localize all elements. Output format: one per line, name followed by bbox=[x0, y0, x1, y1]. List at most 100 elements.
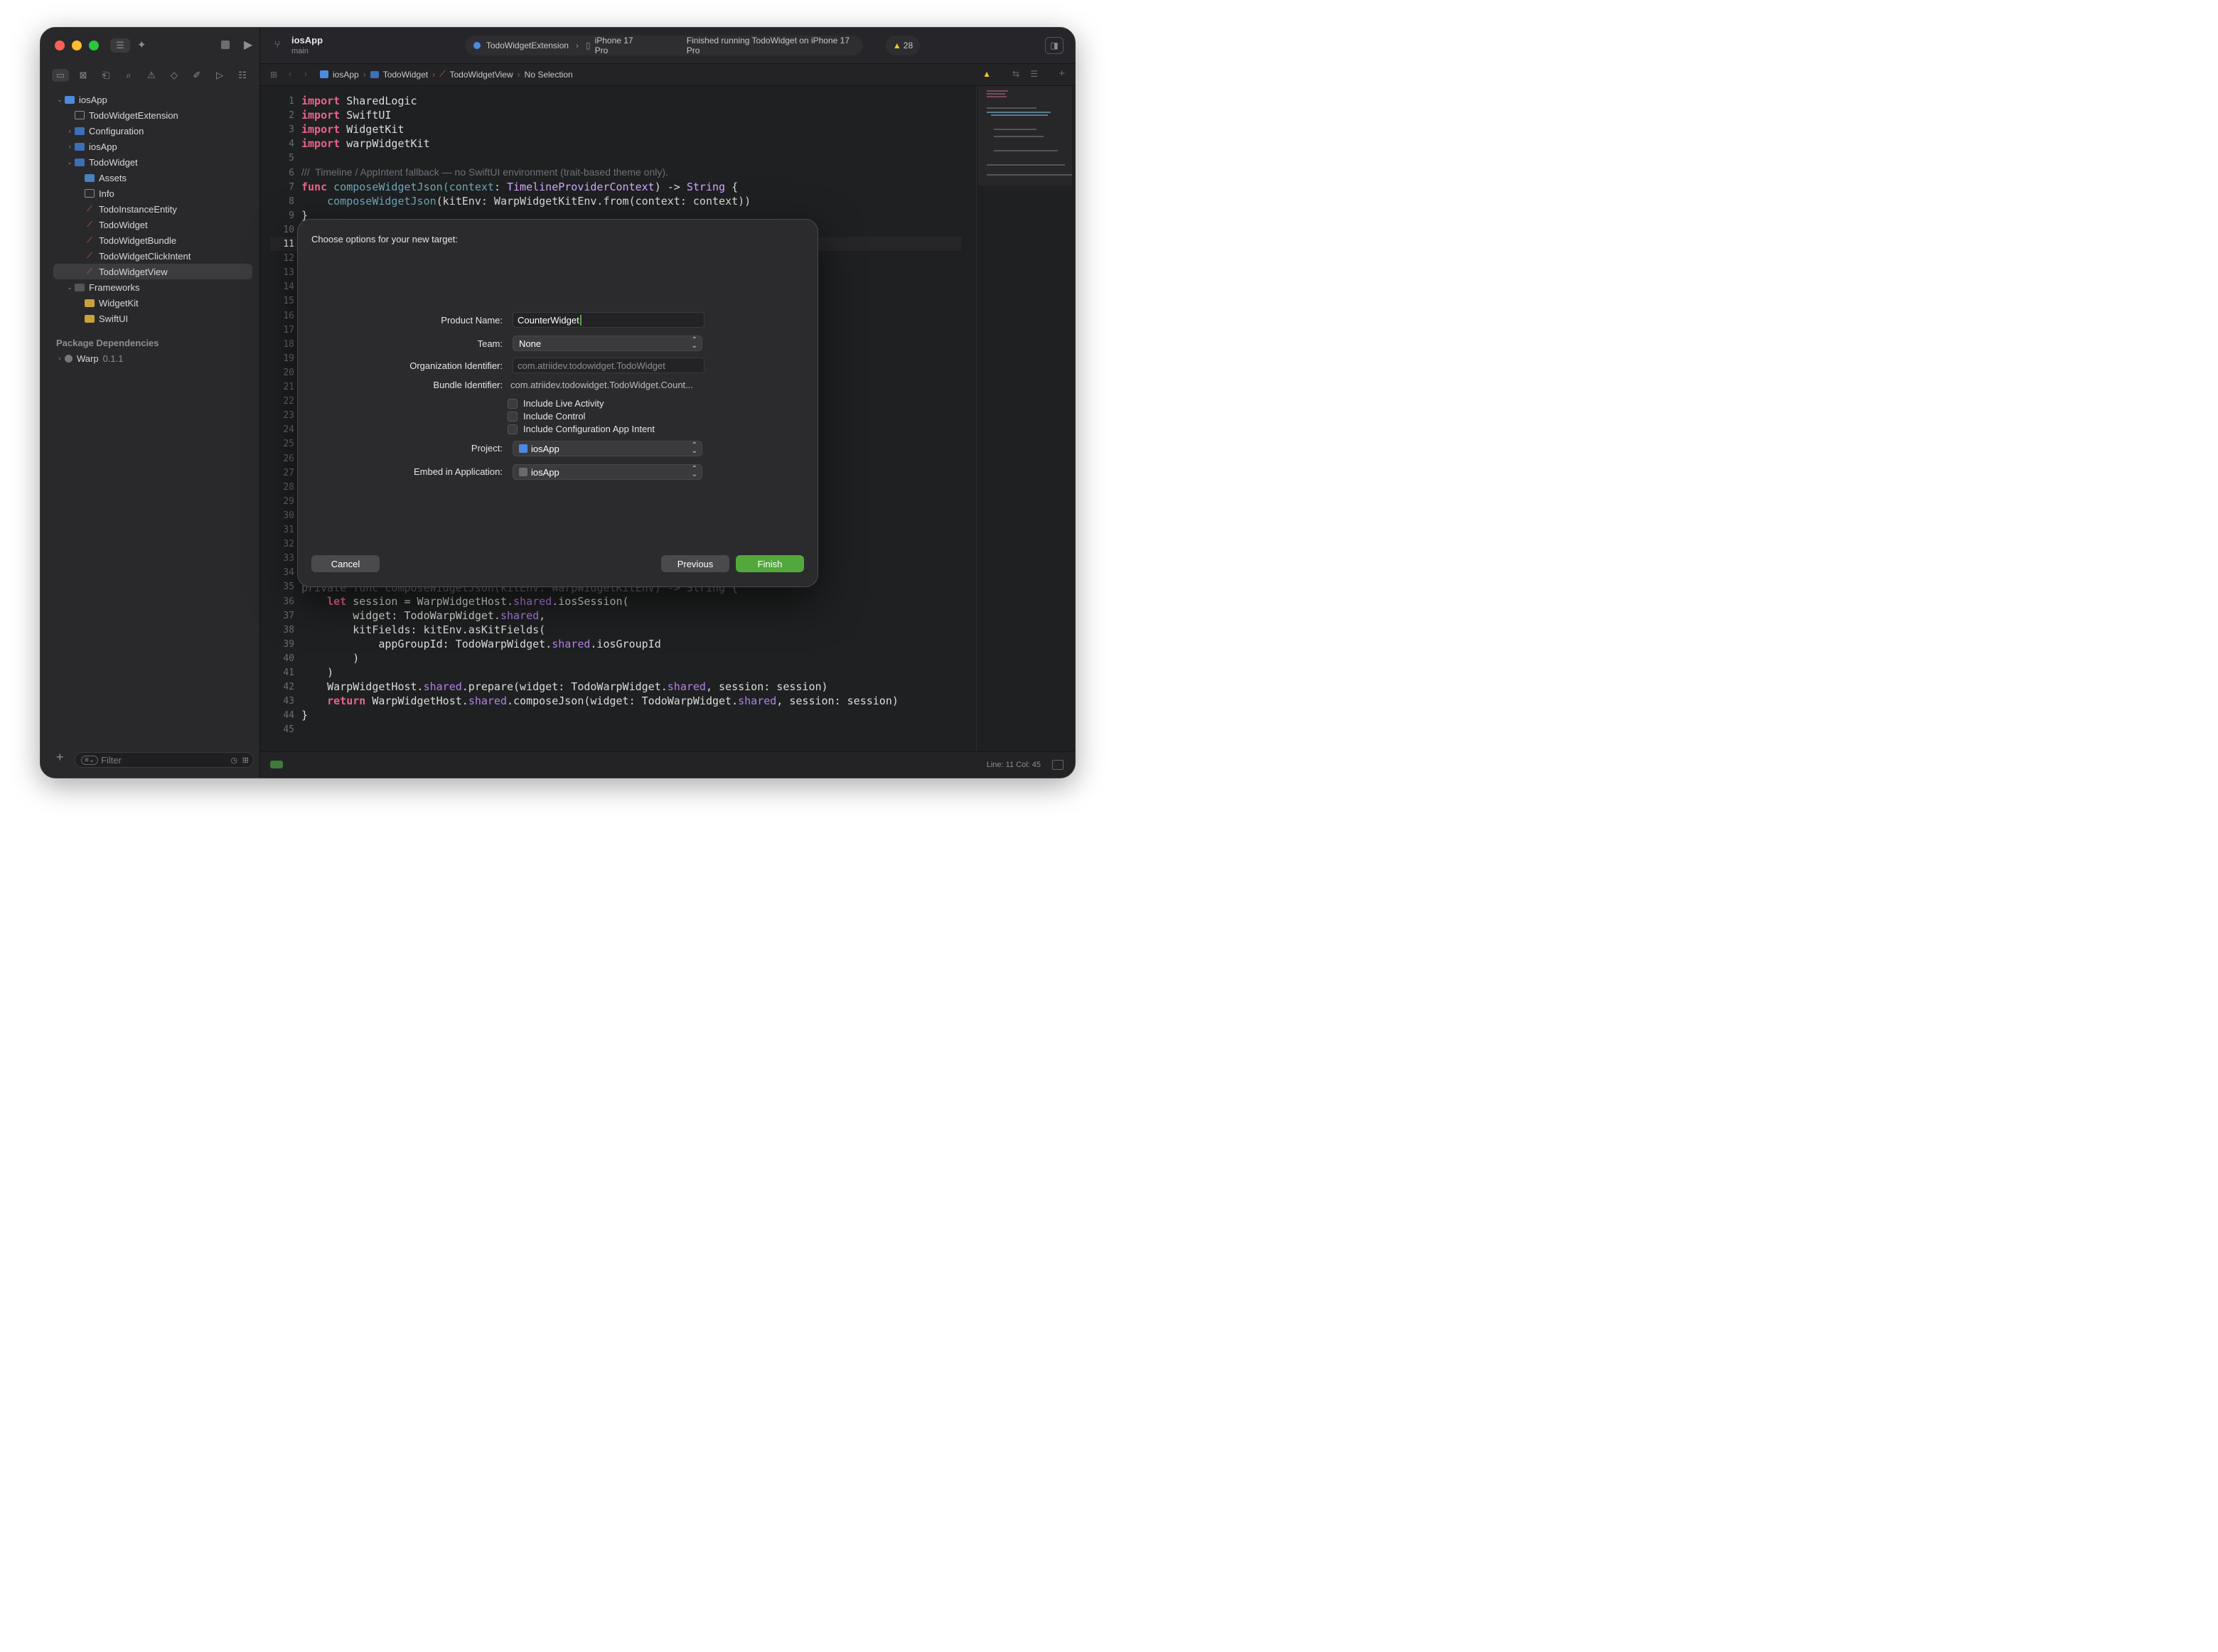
sparkle-icon[interactable]: ✦ bbox=[137, 38, 146, 51]
tree-item-iosapp-folder[interactable]: › iosApp bbox=[41, 139, 259, 154]
folder-icon[interactable]: ▭ bbox=[52, 69, 69, 82]
warning-icon[interactable]: ⚠ bbox=[143, 69, 160, 82]
zoom-window-button[interactable] bbox=[89, 41, 99, 50]
chevron-down-icon[interactable]: ⌄ bbox=[65, 284, 75, 291]
team-popup[interactable]: None ⌃ ⌄ bbox=[513, 336, 702, 351]
project-label: Project: bbox=[471, 443, 503, 454]
new-target-options-sheet: Choose options for your new target: Prod… bbox=[297, 219, 818, 587]
checkbox[interactable] bbox=[508, 424, 518, 434]
code-line-4: import warpWidgetKit bbox=[301, 137, 430, 150]
breadcrumb-selection[interactable]: No Selection bbox=[525, 70, 573, 80]
tree-item-todowidgetbundle[interactable]: ⟋ TodoWidgetBundle bbox=[41, 232, 259, 248]
editor-options-icon[interactable]: ☰ bbox=[1030, 69, 1038, 79]
swift-file-icon: ⟋ bbox=[87, 204, 92, 213]
line-number: 31 bbox=[283, 525, 294, 535]
checkbox[interactable] bbox=[508, 411, 518, 422]
tree-item-widgetkit[interactable]: WidgetKit bbox=[41, 295, 259, 311]
close-window-button[interactable] bbox=[55, 41, 65, 50]
related-items-icon[interactable]: ⇆ bbox=[1012, 69, 1019, 79]
bundle-identifier-label: Bundle Identifier: bbox=[433, 380, 503, 390]
tree-item-configuration[interactable]: › Configuration bbox=[41, 123, 259, 139]
code-line-37: widget: TodoWarpWidget.shared, bbox=[301, 609, 546, 622]
extension-icon bbox=[473, 42, 481, 49]
tree-item-info[interactable]: Info bbox=[41, 186, 259, 201]
run-target-selector[interactable]: TodoWidgetExtension bbox=[486, 41, 569, 50]
grid-icon[interactable]: ⊞ bbox=[270, 70, 277, 80]
breadcrumb-iosapp[interactable]: iosApp bbox=[333, 70, 359, 80]
project-popup[interactable]: iosApp ⌃ ⌄ bbox=[513, 441, 702, 456]
checkbox[interactable] bbox=[508, 398, 518, 409]
add-editor-icon[interactable]: + bbox=[1059, 68, 1065, 80]
minimize-window-button[interactable] bbox=[72, 41, 82, 50]
scm-filter-icon[interactable]: ⊞ bbox=[242, 756, 249, 765]
search-icon[interactable]: ⌕ bbox=[120, 69, 137, 82]
warnings-badge[interactable]: ▲ 28 bbox=[886, 36, 920, 55]
tree-item-iosapp-project[interactable]: ⌄ iosApp bbox=[41, 92, 259, 107]
chevron-right-icon[interactable]: › bbox=[65, 127, 75, 134]
line-number: 45 bbox=[283, 724, 294, 736]
text-cursor bbox=[579, 314, 582, 326]
tree-item-todowidget-file[interactable]: ⟋ TodoWidget bbox=[41, 217, 259, 232]
previous-button[interactable]: Previous bbox=[661, 555, 729, 572]
tree-item-todoinstanceentity[interactable]: ⟋ TodoInstanceEntity bbox=[41, 201, 259, 217]
include-control-checkbox[interactable]: Include Control bbox=[508, 411, 585, 422]
chevron-right-icon[interactable]: › bbox=[55, 355, 65, 362]
add-icon[interactable]: + bbox=[56, 750, 64, 765]
minimap-line bbox=[987, 112, 1051, 113]
run-icon[interactable]: ▶ bbox=[244, 38, 252, 52]
chevron-down-icon[interactable]: ⌄ bbox=[55, 96, 65, 104]
assets-icon bbox=[85, 173, 95, 182]
panel-toggle-icon[interactable] bbox=[1052, 760, 1064, 770]
back-icon[interactable]: ‹ bbox=[289, 69, 291, 79]
forward-icon[interactable]: › bbox=[304, 69, 307, 79]
bookmark-icon[interactable]: ⎗ bbox=[97, 69, 114, 82]
debug-icon[interactable]: ✐ bbox=[188, 69, 205, 82]
breadcrumb-todowidget[interactable]: TodoWidget bbox=[383, 70, 428, 80]
recent-icon[interactable]: ◷ bbox=[230, 756, 237, 765]
debug-area-icon[interactable] bbox=[270, 761, 283, 768]
include-live-activity-checkbox[interactable]: Include Live Activity bbox=[508, 398, 604, 409]
filter-options-icon[interactable]: ≡⌄ bbox=[81, 755, 99, 765]
org-identifier-input[interactable]: com.atriidev.todowidget.TodoWidget bbox=[513, 358, 704, 373]
tree-item-todowidgetview[interactable]: ⟋ TodoWidgetView bbox=[53, 264, 252, 279]
line-number: 27 bbox=[283, 467, 294, 478]
folder-icon bbox=[75, 142, 85, 151]
scheme-title[interactable]: iosApp bbox=[291, 35, 323, 45]
chevron-down-icon[interactable]: ⌄ bbox=[65, 159, 75, 166]
cancel-button[interactable]: Cancel bbox=[311, 555, 380, 572]
branch-name: main bbox=[291, 47, 309, 55]
tree-item-todowidget-folder[interactable]: ⌄ TodoWidget bbox=[41, 154, 259, 170]
include-config-intent-checkbox[interactable]: Include Configuration App Intent bbox=[508, 424, 655, 434]
tree-item-swiftui[interactable]: SwiftUI bbox=[41, 311, 259, 326]
navigator-toggle-icon[interactable]: ☰ bbox=[110, 38, 130, 53]
warning-icon: ▲ bbox=[892, 41, 901, 50]
line-number: 32 bbox=[283, 539, 294, 550]
line-number: 30 bbox=[283, 510, 294, 521]
breadcrumb-todowidgetview[interactable]: TodoWidgetView bbox=[449, 70, 513, 80]
report-icon[interactable]: ☷ bbox=[234, 69, 251, 82]
product-name-input[interactable]: CounterWidget bbox=[513, 312, 704, 328]
finish-button[interactable]: Finish bbox=[736, 555, 804, 572]
minimap-line bbox=[994, 150, 1058, 151]
test-icon[interactable]: ◇ bbox=[166, 69, 183, 82]
tree-item-frameworks[interactable]: ⌄ Frameworks bbox=[41, 279, 259, 295]
tree-item-warp-package[interactable]: › Warp 0.1.1 bbox=[41, 350, 259, 366]
breakpoint-icon[interactable]: ▷ bbox=[211, 69, 228, 82]
device-selector[interactable]: iPhone 17 Pro bbox=[595, 36, 648, 55]
line-number: 11 bbox=[283, 239, 294, 250]
line-number: 43 bbox=[283, 696, 294, 707]
line-number: 2 bbox=[289, 110, 294, 122]
source-control-icon[interactable]: ⊠ bbox=[75, 69, 92, 82]
warning-icon[interactable]: ▲ bbox=[982, 69, 991, 79]
minimap[interactable] bbox=[976, 86, 1075, 752]
inspector-toggle-icon[interactable]: ◨ bbox=[1045, 37, 1064, 54]
tree-item-assets[interactable]: Assets bbox=[41, 170, 259, 186]
embed-application-popup[interactable]: iosApp ⌃ ⌄ bbox=[513, 464, 702, 480]
folder-icon bbox=[75, 127, 85, 135]
chevron-right-icon[interactable]: › bbox=[65, 143, 75, 150]
tree-item-todowidgetclickintent[interactable]: ⟋ TodoWidgetClickIntent bbox=[41, 248, 259, 264]
app-icon bbox=[519, 468, 527, 476]
tree-item-widget-extension[interactable]: TodoWidgetExtension bbox=[41, 107, 259, 123]
filter-input[interactable]: ≡⌄ Filter ◷ ⊞ bbox=[75, 752, 254, 768]
stop-icon[interactable] bbox=[221, 41, 230, 49]
